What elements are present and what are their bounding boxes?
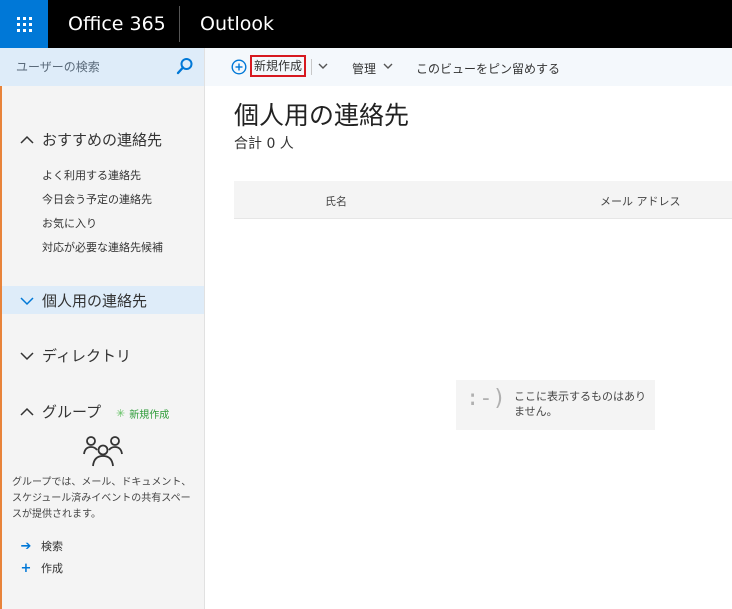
arrow-right-icon: ➔ (20, 538, 32, 554)
new-dropdown-chevron-icon[interactable] (318, 62, 328, 70)
group-search-link[interactable]: ➔ 検索 (18, 538, 63, 554)
page-title: 個人用の連絡先 (234, 101, 410, 130)
column-header-name[interactable]: 氏名 (325, 193, 347, 209)
group-create-label: 作成 (41, 562, 63, 575)
sidebar-item-frequent[interactable]: よく利用する連絡先 (42, 167, 141, 183)
section-personal-label: 個人用の連絡先 (42, 292, 148, 310)
empty-state-message: ここに表示するものはありません。 (514, 390, 646, 418)
app-name[interactable]: Outlook (200, 0, 274, 48)
section-recommended-label: おすすめの連絡先 (42, 131, 163, 149)
chevron-up-icon (20, 135, 34, 144)
sparkle-icon: ✳ (116, 407, 126, 420)
section-groups-label: グループ (42, 403, 102, 421)
group-new-label: 新規作成 (129, 410, 170, 421)
section-groups[interactable]: グループ (18, 401, 101, 422)
section-directory-label: ディレクトリ (42, 347, 131, 365)
section-directory[interactable]: ディレクトリ (18, 345, 131, 366)
search-placeholder: ユーザーの検索 (16, 60, 100, 74)
group-description: グループでは、メール、ドキュメント、スケジュール済みイベントの共有スペースが提供… (12, 477, 192, 520)
plus-icon: + (20, 560, 32, 576)
section-recommended[interactable]: おすすめの連絡先 (18, 129, 162, 150)
sidebar-accent-line (0, 48, 2, 609)
brand-divider (179, 6, 180, 42)
column-header-email[interactable]: メール アドレス (600, 193, 681, 209)
smiley-icon: :-) (466, 386, 506, 411)
contact-count: 合計 0 人 (234, 136, 294, 152)
new-contact-button[interactable]: 新規作成 (250, 55, 306, 77)
chevron-up-icon (20, 407, 34, 416)
chevron-down-icon (20, 296, 34, 305)
sidebar-item-suggested[interactable]: 対応が必要な連絡先候補 (42, 239, 163, 255)
manage-button[interactable]: 管理 (352, 60, 376, 77)
search-icon[interactable] (176, 57, 194, 75)
chevron-down-icon (20, 351, 34, 360)
manage-chevron-icon[interactable] (383, 62, 393, 70)
group-search-label: 検索 (41, 540, 63, 553)
sidebar-item-favorites[interactable]: お気に入り (42, 215, 97, 231)
pin-view-button[interactable]: このビューをピン留めする (416, 60, 560, 77)
sidebar-item-today[interactable]: 今日会う予定の連絡先 (42, 191, 152, 207)
group-people-icon (83, 436, 123, 467)
app-launcher-button[interactable] (0, 0, 48, 48)
brand-name[interactable]: Office 365 (68, 0, 166, 48)
section-personal[interactable]: 個人用の連絡先 (18, 290, 147, 311)
group-create-link[interactable]: + 作成 (18, 560, 63, 576)
circle-plus-icon[interactable] (231, 59, 247, 75)
group-new-button[interactable]: ✳ 新規作成 (116, 406, 169, 421)
command-divider (311, 59, 312, 75)
